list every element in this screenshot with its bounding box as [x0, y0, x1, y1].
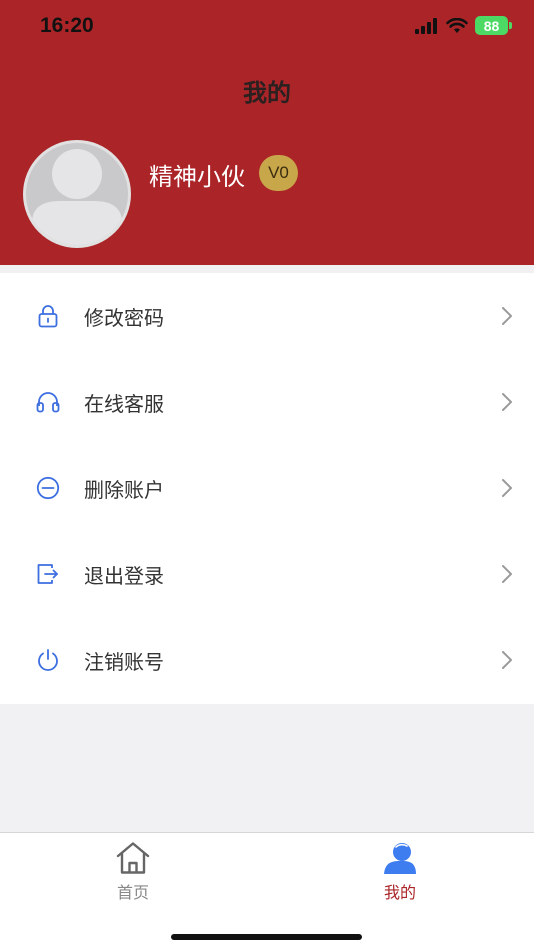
lock-icon — [36, 304, 60, 328]
status-bar: 16:20 88 — [0, 0, 534, 56]
level-badge: V0 — [259, 155, 298, 191]
battery-icon: 88 — [475, 16, 512, 35]
settings-menu: 修改密码 在线客服 删除账户 退出登录 注销账号 — [0, 273, 534, 704]
signal-icon — [415, 17, 437, 34]
chevron-right-icon — [502, 651, 512, 669]
menu-item-change-password[interactable]: 修改密码 — [0, 273, 534, 359]
page-title: 我的 — [243, 79, 291, 107]
status-icons: 88 — [415, 16, 512, 35]
tab-label: 首页 — [116, 883, 149, 902]
minus-circle-icon — [36, 476, 60, 500]
menu-item-label: 在线客服 — [84, 391, 164, 416]
user-icon — [384, 843, 416, 874]
username: 精神小伙 — [149, 163, 245, 191]
home-indicator — [171, 934, 362, 940]
menu-item-online-service[interactable]: 在线客服 — [0, 359, 534, 445]
tab-bar: 首页 我的 — [0, 832, 534, 950]
tab-label: 我的 — [383, 883, 416, 902]
profile-header: 16:20 88 我的 精神小伙 V0 — [0, 0, 534, 265]
menu-item-label: 修改密码 — [84, 305, 164, 330]
chevron-right-icon — [502, 307, 512, 325]
chevron-right-icon — [502, 393, 512, 411]
home-icon — [116, 842, 150, 874]
wifi-icon — [446, 17, 468, 33]
avatar[interactable] — [23, 140, 131, 248]
tab-home[interactable]: 首页 — [73, 841, 193, 911]
menu-item-label: 退出登录 — [84, 563, 164, 588]
tab-mine[interactable]: 我的 — [340, 841, 460, 911]
menu-item-label: 注销账号 — [84, 649, 164, 674]
menu-item-delete-account[interactable]: 删除账户 — [0, 445, 534, 531]
status-time: 16:20 — [40, 14, 94, 37]
chevron-right-icon — [502, 565, 512, 583]
power-icon — [36, 648, 60, 672]
menu-item-logout[interactable]: 退出登录 — [0, 531, 534, 617]
menu-item-cancel-account[interactable]: 注销账号 — [0, 617, 534, 703]
chevron-right-icon — [502, 479, 512, 497]
default-avatar-icon — [32, 149, 122, 245]
headset-icon — [36, 390, 60, 414]
logout-icon — [36, 562, 60, 586]
battery-level: 88 — [483, 17, 500, 34]
menu-item-label: 删除账户 — [84, 477, 164, 502]
